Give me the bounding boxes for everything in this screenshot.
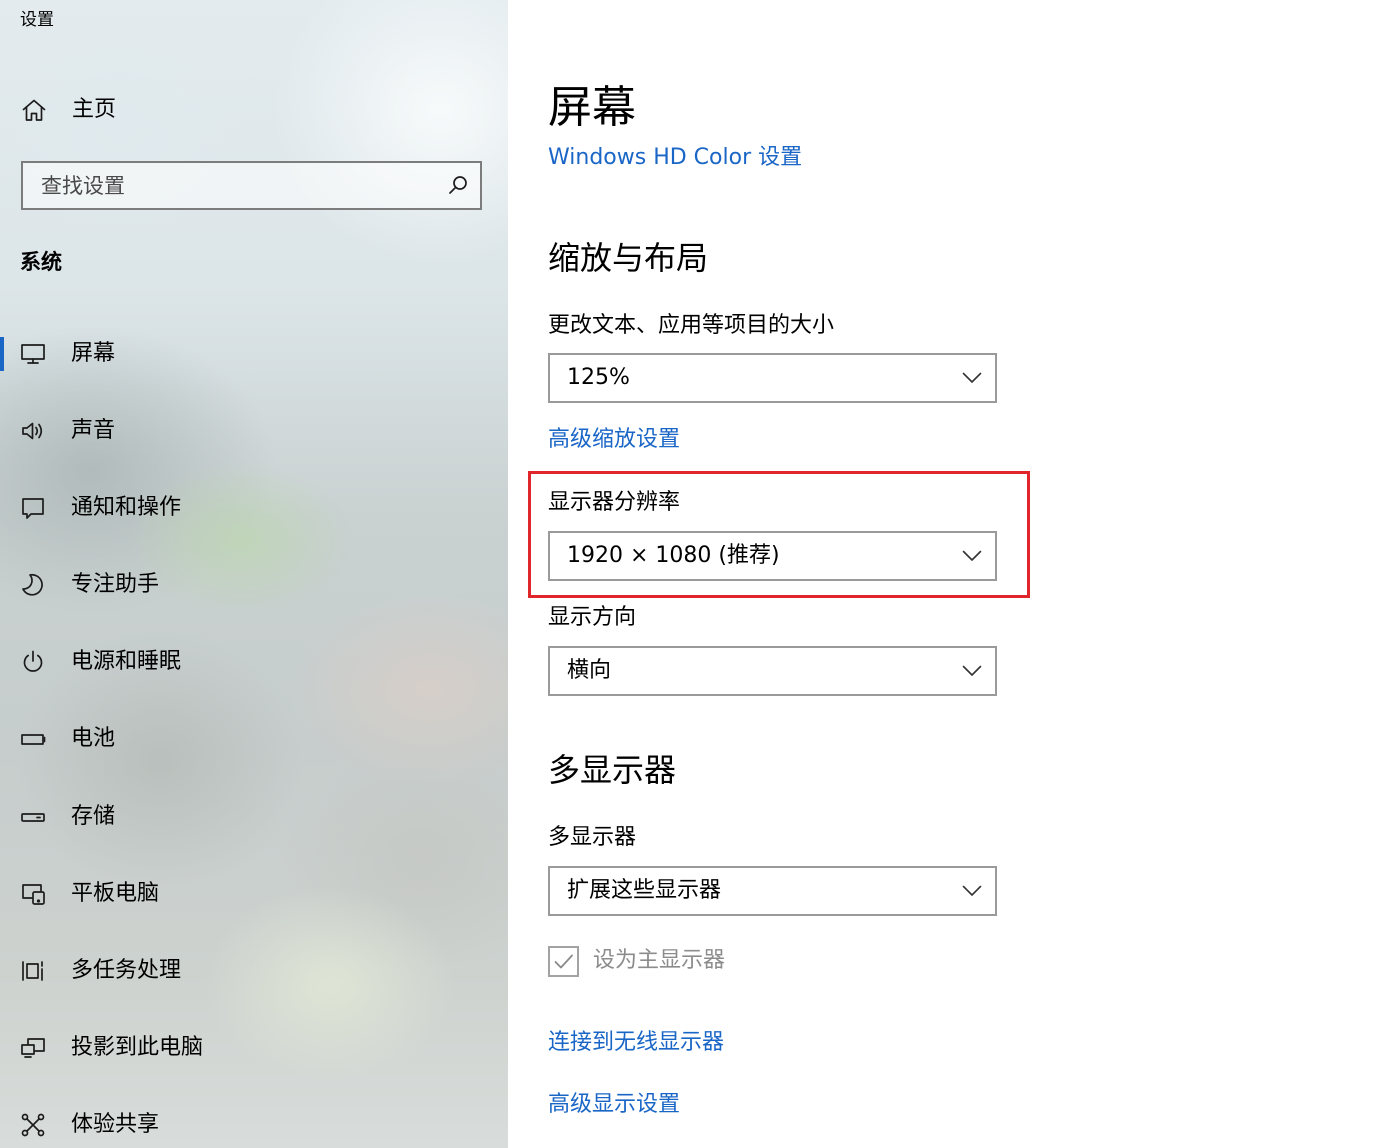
sidebar-item-display[interactable]: 屏幕 [0, 332, 508, 376]
sidebar-item-label: 电池 [71, 726, 116, 752]
orientation-label: 显示方向 [548, 605, 637, 630]
sidebar-item-label: 投影到此电脑 [71, 1034, 204, 1060]
sidebar-item-focus-assist[interactable]: 专注助手 [0, 563, 508, 607]
battery-icon [21, 734, 46, 746]
sidebar-item-label: 通知和操作 [71, 495, 182, 521]
moon-icon [22, 574, 43, 596]
search-icon[interactable] [448, 175, 468, 195]
sidebar: 设置 主页 系统 屏幕 声音 [0, 0, 508, 1148]
storage-icon [21, 812, 45, 822]
sidebar-item-notifications[interactable]: 通知和操作 [0, 486, 508, 530]
sidebar-item-power-sleep[interactable]: 电源和睡眠 [0, 640, 508, 684]
resolution-dropdown[interactable]: 1920 × 1080 (推荐) [548, 531, 997, 581]
advanced-scaling-link[interactable]: 高级缩放设置 [548, 424, 680, 456]
sidebar-item-label: 平板电脑 [71, 880, 160, 906]
sidebar-item-multitasking[interactable]: 多任务处理 [0, 949, 508, 993]
sidebar-item-label: 专注助手 [71, 572, 160, 598]
project-icon [21, 1037, 45, 1058]
sidebar-item-label: 声音 [71, 418, 116, 444]
sidebar-item-storage[interactable]: 存储 [0, 795, 508, 839]
chevron-down-icon [962, 372, 982, 383]
main-panel: 屏幕 Windows HD Color 设置 缩放与布局 更改文本、应用等项目的… [508, 0, 1400, 1148]
make-main-display-checkbox[interactable] [548, 946, 579, 977]
search-box[interactable] [21, 161, 482, 210]
hd-color-settings-link[interactable]: Windows HD Color 设置 [548, 142, 802, 174]
speaker-icon [22, 422, 43, 440]
multiple-displays-dropdown[interactable]: 扩展这些显示器 [548, 866, 997, 916]
resolution-label: 显示器分辨率 [548, 490, 681, 515]
checkmark-icon [554, 954, 573, 969]
connect-wireless-display-link[interactable]: 连接到无线显示器 [548, 1027, 724, 1059]
tablet-icon [22, 883, 45, 905]
sidebar-item-tablet[interactable]: 平板电脑 [0, 872, 508, 916]
orientation-dropdown[interactable]: 横向 [548, 646, 997, 696]
share-icon [21, 1113, 45, 1137]
scale-dropdown[interactable]: 125% [548, 353, 997, 403]
multiple-displays-heading: 多显示器 [548, 751, 677, 789]
multiple-displays-label: 多显示器 [548, 825, 637, 850]
resolution-dropdown-value: 1920 × 1080 (推荐) [567, 543, 780, 568]
make-main-display-label: 设为主显示器 [593, 948, 726, 973]
notification-icon [22, 498, 44, 520]
sidebar-item-label: 存储 [71, 803, 116, 829]
scale-label: 更改文本、应用等项目的大小 [548, 313, 835, 338]
search-input[interactable] [41, 163, 441, 208]
sidebar-item-sound[interactable]: 声音 [0, 409, 508, 453]
page-title: 屏幕 [548, 82, 636, 133]
power-icon [23, 651, 43, 673]
chevron-down-icon [962, 885, 982, 896]
sidebar-nav: 屏幕 声音 通知和操作 专注助手 电源和睡眠 电池 存储 平板电脑 多任务处理 … [0, 332, 508, 1147]
sidebar-item-label: 电源和睡眠 [71, 649, 182, 675]
advanced-display-settings-link[interactable]: 高级显示设置 [548, 1089, 680, 1121]
sidebar-item-battery[interactable]: 电池 [0, 717, 508, 761]
sidebar-item-label: 多任务处理 [71, 957, 182, 983]
home-label: 主页 [72, 97, 117, 122]
orientation-dropdown-value: 横向 [567, 658, 612, 683]
scale-dropdown-value: 125% [567, 365, 630, 390]
chevron-down-icon [962, 665, 982, 676]
app-title: 设置 [20, 10, 54, 30]
multiple-displays-dropdown-value: 扩展这些显示器 [567, 878, 722, 903]
scale-layout-heading: 缩放与布局 [548, 239, 709, 277]
sidebar-item-project[interactable]: 投影到此电脑 [0, 1026, 508, 1070]
section-title: 系统 [20, 250, 62, 274]
home-icon [22, 99, 46, 121]
chevron-down-icon [962, 550, 982, 561]
multitasking-icon [22, 960, 43, 981]
sidebar-item-label: 体验共享 [71, 1111, 160, 1137]
sidebar-item-shared-experiences[interactable]: 体验共享 [0, 1103, 508, 1147]
selection-indicator [0, 337, 4, 371]
display-icon [21, 344, 45, 364]
sidebar-item-label: 屏幕 [71, 341, 116, 366]
home-button[interactable]: 主页 [0, 88, 508, 132]
